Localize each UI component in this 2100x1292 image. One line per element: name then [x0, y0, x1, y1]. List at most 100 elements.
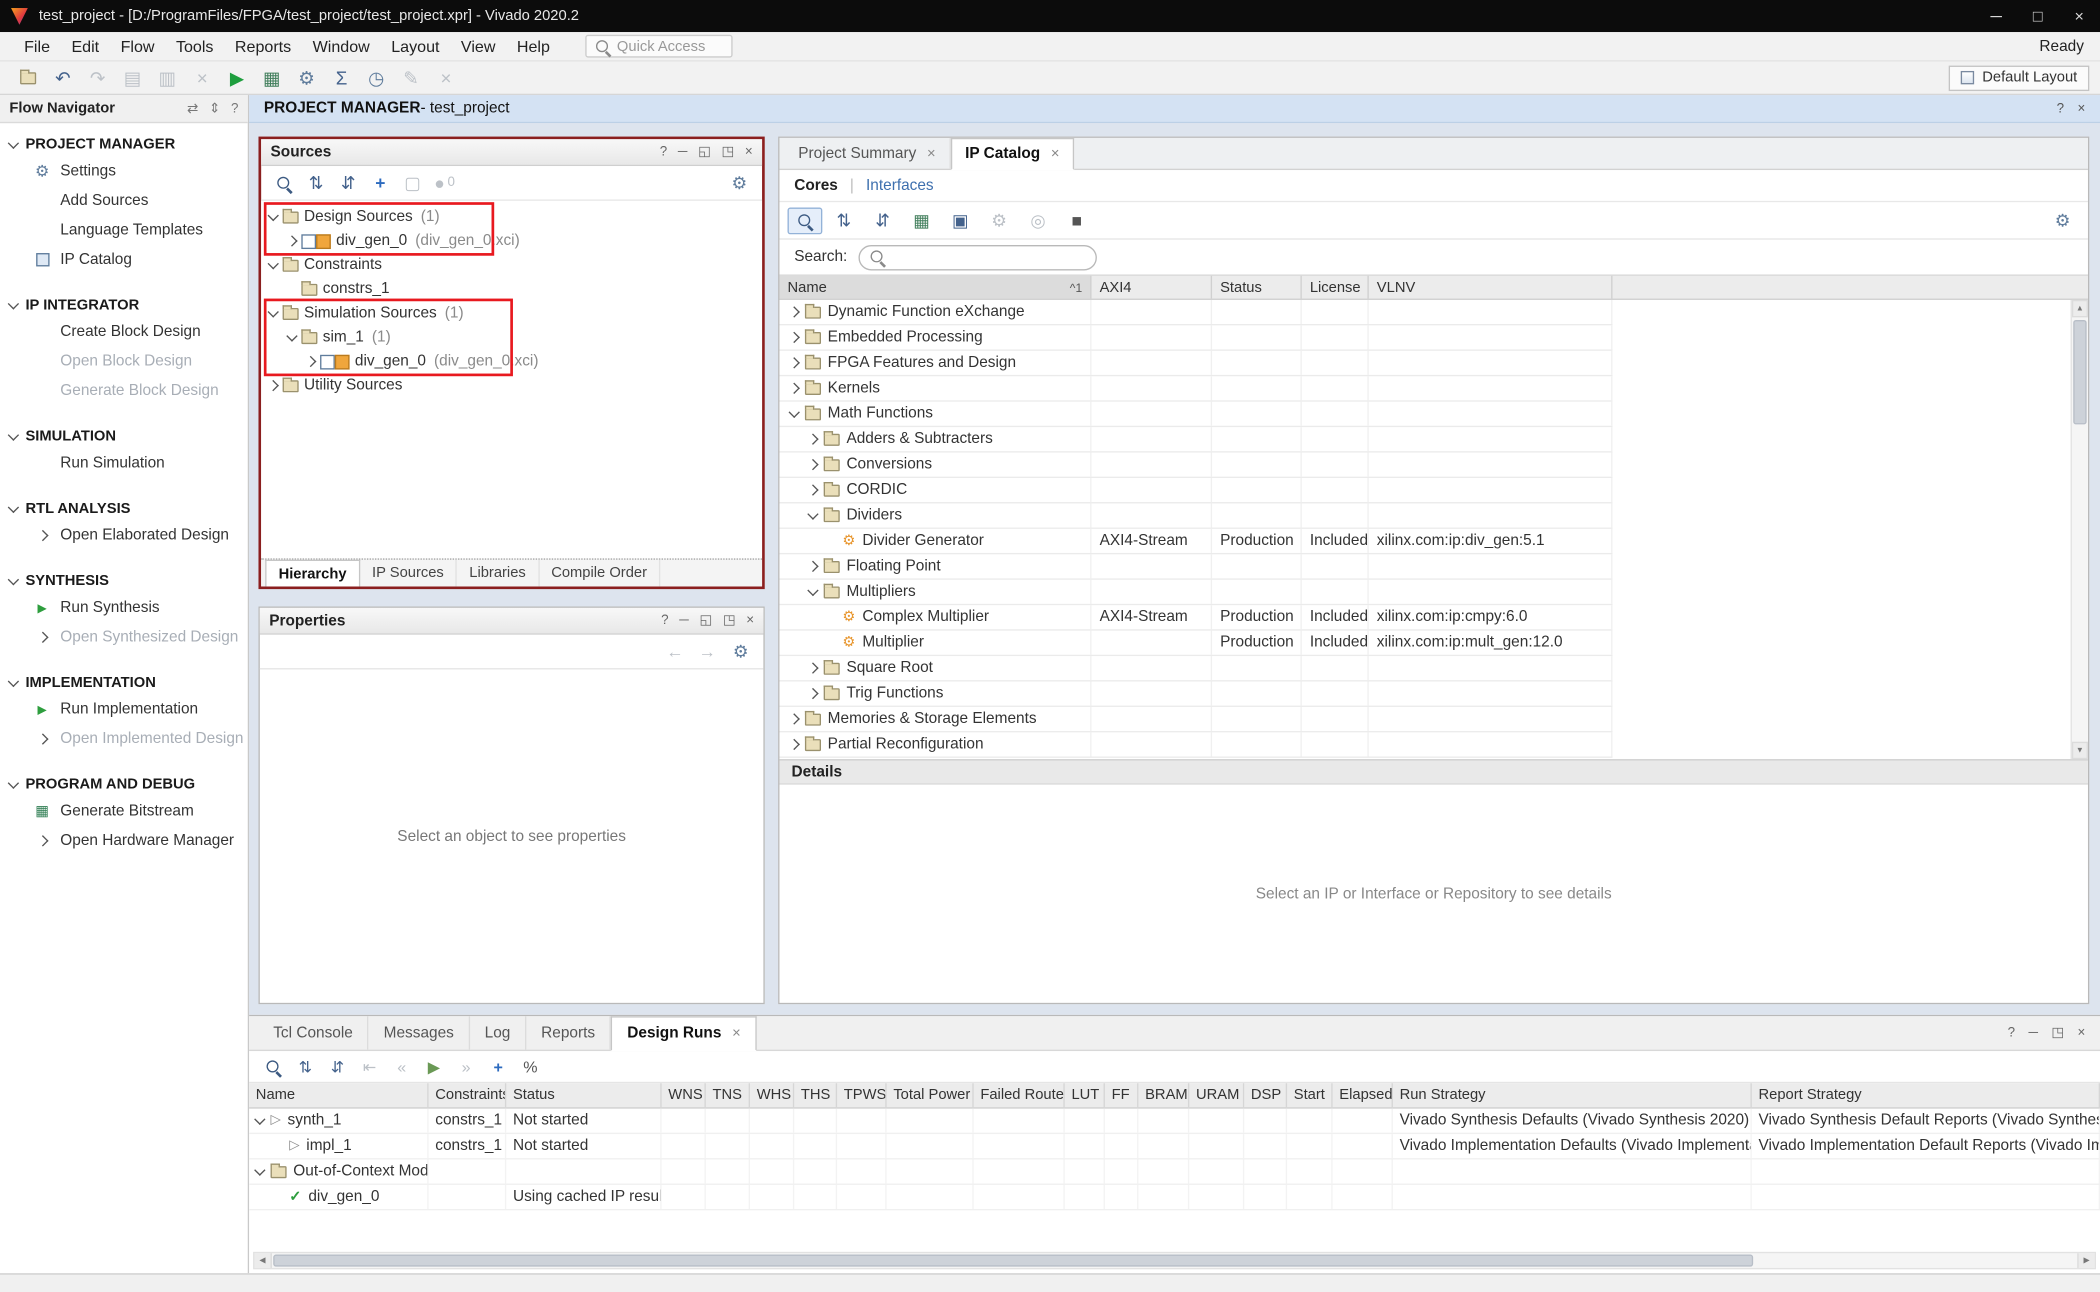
ip-row-multipliers[interactable]: Multipliers [779, 580, 1612, 605]
menu-view[interactable]: View [450, 34, 506, 58]
flow-section-header-implementation[interactable]: IMPLEMENTATION [0, 671, 248, 695]
tab-project-summary[interactable]: Project Summary× [785, 138, 951, 169]
close-tab-icon[interactable]: × [732, 1026, 741, 1042]
flow-section-header-program-and-debug[interactable]: PROGRAM AND DEBUG [0, 773, 248, 797]
chevron-right-icon[interactable] [807, 561, 818, 572]
collapse-all-icon[interactable]: ⇅ [300, 169, 332, 196]
settings-gear-icon[interactable]: ⚙ [2045, 207, 2080, 234]
ip-row-adders-subtracters[interactable]: Adders & Subtracters [779, 427, 1612, 452]
scroll-down-icon[interactable]: ▼ [2072, 742, 2088, 759]
menu-window[interactable]: Window [302, 34, 381, 58]
scrollbar-track[interactable] [2072, 317, 2088, 741]
chevron-right-icon[interactable] [37, 632, 48, 643]
source-tree-item-sim-1[interactable]: sim_1(1) [261, 325, 762, 349]
chevron-down-icon[interactable] [8, 573, 19, 584]
chevron-down-icon[interactable] [8, 777, 19, 788]
flownav-item-open-hardware-manager[interactable]: Open Hardware Manager [0, 826, 248, 855]
collapse-all-icon[interactable]: ⇅ [289, 1053, 321, 1080]
menu-file[interactable]: File [13, 34, 60, 58]
flow-section-header-rtl-analysis[interactable]: RTL ANALYSIS [0, 497, 248, 521]
flownav-item-ip-catalog[interactable]: IP Catalog [0, 245, 248, 274]
steps-icon[interactable]: ▦ [254, 64, 289, 91]
column-header-vlnv[interactable]: VLNV [1369, 276, 1613, 299]
search-input[interactable] [858, 244, 1096, 269]
settings-gear-icon[interactable]: ⚙ [723, 169, 755, 196]
chevron-right-icon[interactable] [807, 459, 818, 470]
scrollbar-track[interactable] [272, 1253, 2077, 1268]
minimize-window-button[interactable]: ─ [1975, 0, 2017, 32]
ip-row-fpga-features-and-design[interactable]: FPGA Features and Design [779, 351, 1612, 376]
view-cores[interactable]: Cores [794, 177, 838, 193]
menu-tools[interactable]: Tools [165, 34, 224, 58]
flownav-item-add-sources[interactable]: Add Sources [0, 186, 248, 215]
run-row-div-gen-0[interactable]: div_gen_0Using cached IP results [249, 1185, 2100, 1210]
close-icon[interactable]: × [2077, 1026, 2085, 1041]
column-header-name[interactable]: Name [249, 1083, 428, 1107]
column-header-run-strategy[interactable]: Run Strategy [1393, 1083, 1752, 1107]
help-icon[interactable]: ? [661, 613, 668, 628]
source-tree-item-constrs-1[interactable]: constrs_1 [261, 277, 762, 301]
chevron-right-icon[interactable] [305, 356, 316, 367]
column-header-elapsed[interactable]: Elapsed [1333, 1083, 1393, 1107]
ip-row-embedded-processing[interactable]: Embedded Processing [779, 325, 1612, 350]
menu-edit[interactable]: Edit [61, 34, 110, 58]
source-tree-item-constraints[interactable]: Constraints [261, 253, 762, 277]
ip-row-memories-storage-elements[interactable]: Memories & Storage Elements [779, 707, 1612, 732]
source-tree-item-div-gen-0[interactable]: div_gen_0(div_gen_0.xci) [261, 229, 762, 253]
chevron-right-icon[interactable] [789, 332, 800, 343]
maximize-icon[interactable]: ◳ [2051, 1026, 2064, 1041]
view-interfaces[interactable]: Interfaces [866, 177, 934, 193]
chevron-down-icon[interactable] [8, 675, 19, 686]
chevron-right-icon[interactable] [807, 484, 818, 495]
bottom-tab-design-runs[interactable]: Design Runs× [611, 1016, 757, 1051]
chevron-right-icon[interactable] [789, 739, 800, 750]
column-header-tpws[interactable]: TPWS [837, 1083, 887, 1107]
dock-icon[interactable]: ⇄ [187, 101, 198, 116]
chevron-right-icon[interactable] [789, 306, 800, 317]
search-icon[interactable] [268, 169, 300, 196]
minimize-icon[interactable]: ─ [679, 613, 689, 628]
menu-flow[interactable]: Flow [110, 34, 165, 58]
scroll-up-icon[interactable]: ▲ [2072, 300, 2088, 317]
help-icon[interactable]: ? [660, 145, 667, 160]
clock-icon[interactable]: ◷ [359, 64, 394, 91]
ip-row-square-root[interactable]: Square Root [779, 656, 1612, 681]
source-tree-item-div-gen-0[interactable]: div_gen_0(div_gen_0.xci) [261, 349, 762, 373]
close-tab-icon[interactable]: × [927, 145, 936, 161]
chevron-down-icon[interactable] [8, 298, 19, 309]
chevron-right-icon[interactable] [789, 357, 800, 368]
chevron-down-icon[interactable] [254, 1113, 265, 1124]
help-icon[interactable]: ? [2057, 101, 2064, 116]
flownav-item-settings[interactable]: ⚙Settings [0, 157, 248, 186]
column-header-wns[interactable]: WNS [662, 1083, 706, 1107]
search-icon[interactable] [788, 207, 823, 234]
ip-row-kernels[interactable]: Kernels [779, 376, 1612, 401]
sum-icon[interactable]: Σ [324, 64, 359, 91]
flownav-item-generate-bitstream[interactable]: ▦Generate Bitstream [0, 797, 248, 826]
chevron-right-icon[interactable] [286, 235, 297, 246]
open-project-icon[interactable] [11, 64, 46, 91]
column-header-status[interactable]: Status [506, 1083, 661, 1107]
ip-row-conversions[interactable]: Conversions [779, 453, 1612, 478]
scrollbar-thumb[interactable] [273, 1255, 1753, 1267]
chevron-down-icon[interactable] [286, 330, 297, 341]
ip-row-multiplier[interactable]: MultiplierProductionIncludedxilinx.com:i… [779, 631, 1612, 656]
column-header-report-strategy[interactable]: Report Strategy [1752, 1083, 2100, 1107]
chevron-down-icon[interactable] [807, 584, 818, 595]
source-tree-item-simulation-sources[interactable]: Simulation Sources(1) [261, 301, 762, 325]
column-header-status[interactable]: Status [1212, 276, 1302, 299]
chevron-down-icon[interactable] [789, 406, 800, 417]
bottom-tab-reports[interactable]: Reports [526, 1016, 611, 1049]
help-icon[interactable]: ? [2008, 1026, 2015, 1041]
search-input-field[interactable] [891, 249, 1085, 265]
chevron-down-icon[interactable] [807, 508, 818, 519]
play-icon[interactable]: ▶ [418, 1053, 450, 1080]
maximize-icon[interactable]: ◳ [723, 613, 736, 628]
source-tree-item-design-sources[interactable]: Design Sources(1) [261, 205, 762, 229]
run-row-out-of-context-module-runs[interactable]: Out-of-Context Module Runs [249, 1159, 2100, 1184]
chevron-right-icon[interactable] [37, 835, 48, 846]
layout-selector[interactable]: Default Layout [1949, 65, 2090, 90]
chevron-down-icon[interactable] [8, 137, 19, 148]
column-header-failed-routes[interactable]: Failed Routes [974, 1083, 1065, 1107]
flownav-item-run-synthesis[interactable]: ▶Run Synthesis [0, 593, 248, 622]
